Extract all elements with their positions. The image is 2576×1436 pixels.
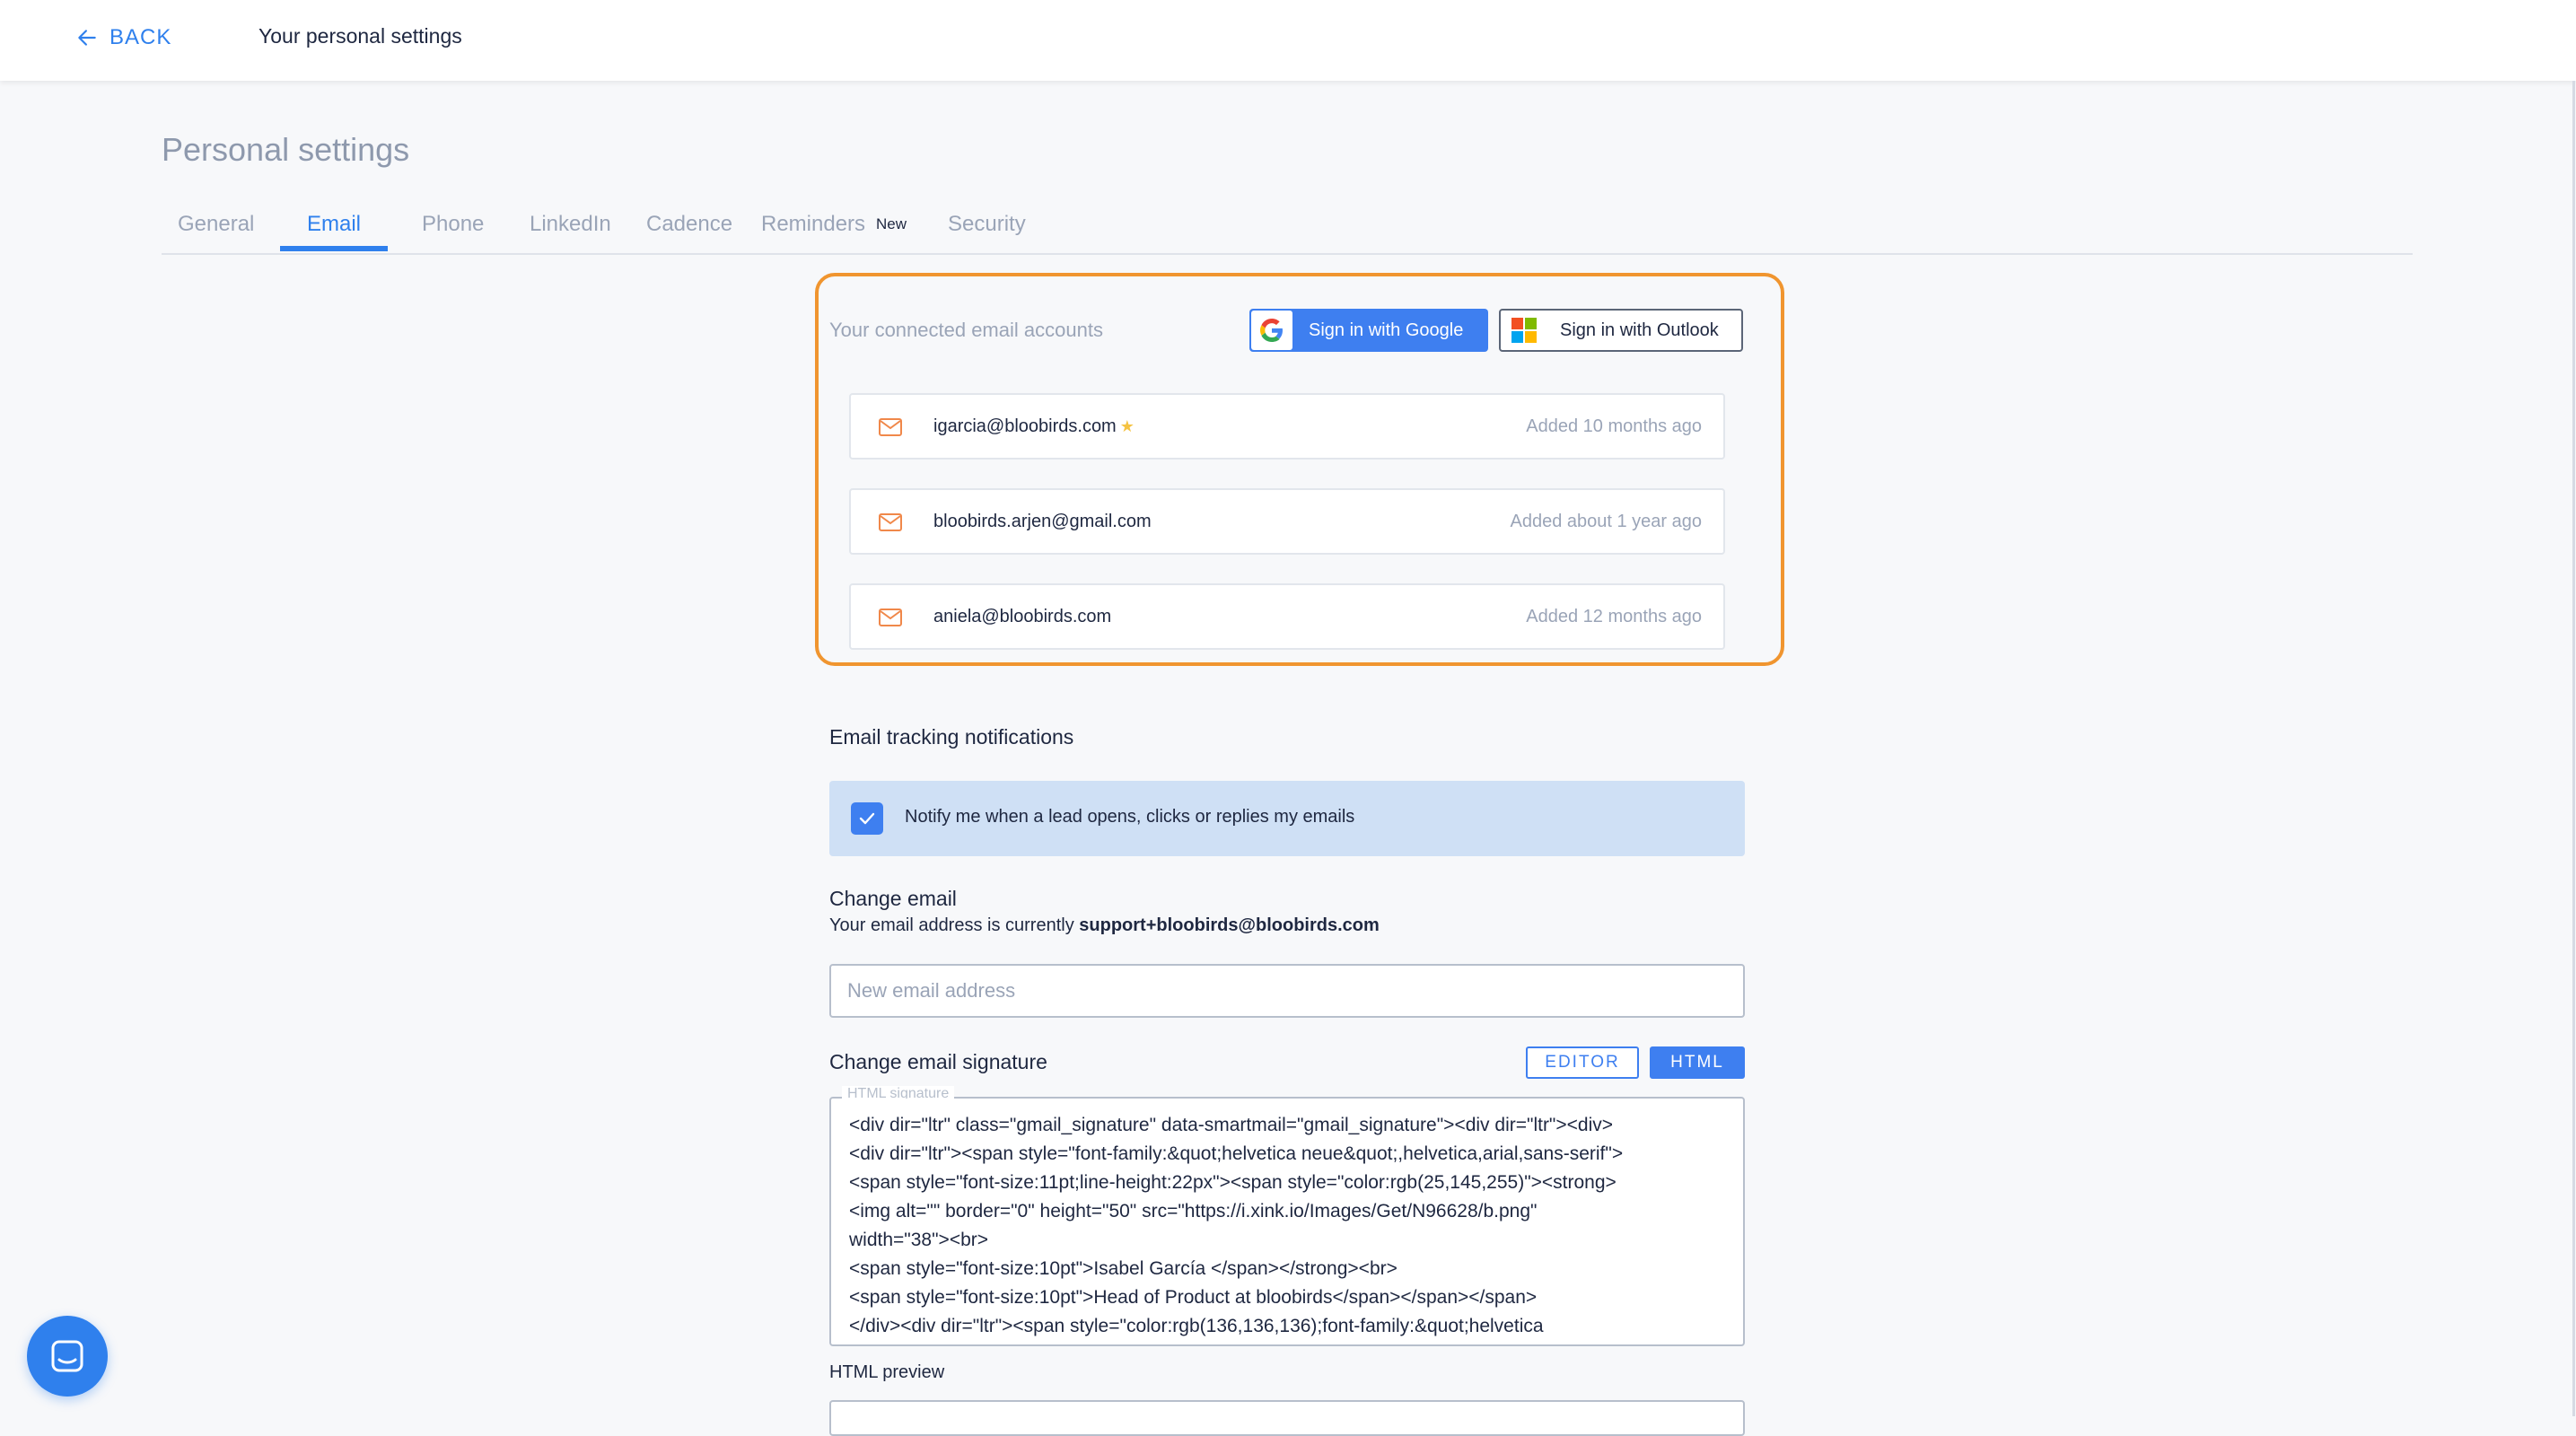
html-preview-label: HTML preview [829,1362,945,1382]
tracking-title: Email tracking notifications [829,725,1074,749]
connected-accounts-label: Your connected email accounts [829,319,1103,341]
account-row[interactable]: igarcia@bloobirds.com ★ Added 10 months a… [849,393,1725,460]
back-button[interactable]: BACK [75,22,171,54]
tab-reminders[interactable]: Reminders [761,212,865,237]
account-row[interactable]: bloobirds.arjen@gmail.com Added about 1 … [849,488,1725,555]
google-button-label: Sign in with Google [1309,320,1464,340]
account-email: aniela@bloobirds.com [933,607,1112,626]
settings-tabs: General Email Phone LinkedIn Cadence Rem… [162,208,2413,255]
change-email-title: Change email [829,887,957,910]
notify-label: Notify me when a lead opens, clicks or r… [905,807,1355,827]
mail-icon [879,418,902,436]
editor-mode-button[interactable]: EDITOR [1526,1046,1639,1079]
notify-option: Notify me when a lead opens, clicks or r… [829,781,1745,856]
signature-line: <div dir="ltr" class="gmail_signature" d… [849,1115,1614,1135]
top-header: BACK Your personal settings [0,0,2576,81]
tab-linkedin[interactable]: LinkedIn [530,212,611,237]
new-email-input[interactable] [829,964,1745,1018]
check-icon [859,812,875,825]
account-row[interactable]: aniela@bloobirds.com Added 12 months ago [849,583,1725,650]
html-preview-box [829,1400,1745,1436]
header-title: Your personal settings [258,24,462,48]
star-icon: ★ [1119,417,1135,435]
outlook-button-label: Sign in with Outlook [1560,320,1719,340]
page-title: Personal settings [162,131,410,168]
tab-phone[interactable]: Phone [422,212,484,237]
html-signature-textarea[interactable]: HTML signature <div dir="ltr" class="gma… [829,1086,1745,1346]
signature-line: <span style="font-size:11pt;line-height:… [849,1172,1617,1193]
current-email-text: Your email address is currently support+… [829,915,1380,935]
signature-title: Change email signature [829,1050,1047,1073]
signature-line: <span style="font-size:10pt">Isabel Garc… [849,1258,1398,1279]
google-logo-icon [1251,311,1292,350]
scrollbar[interactable] [2572,81,2575,1416]
account-added: Added about 1 year ago [1510,512,1702,531]
signature-line: <img alt="" border="0" height="50" src="… [849,1201,1538,1221]
account-email: bloobirds.arjen@gmail.com [933,512,1152,531]
mail-icon [879,513,902,531]
tab-security[interactable]: Security [948,212,1026,237]
signature-line: <div dir="ltr"><span style="font-family:… [849,1143,1624,1164]
sign-in-google-button[interactable]: Sign in with Google [1249,309,1488,352]
notify-checkbox[interactable] [851,802,883,835]
signature-line: <span style="font-size:10pt">Head of Pro… [849,1287,1538,1308]
signature-line: width="38"><br> [849,1230,989,1250]
signature-line: </div><div dir="ltr"><span style="color:… [849,1316,1544,1336]
active-tab-indicator [280,246,388,251]
account-email: igarcia@bloobirds.com ★ [933,416,1135,436]
tab-general[interactable]: General [178,212,254,237]
arrow-left-icon [78,30,96,46]
tab-cadence[interactable]: Cadence [646,212,732,237]
current-email: support+bloobirds@bloobirds.com [1079,915,1380,935]
tab-email[interactable]: Email [307,212,361,237]
chat-icon [51,1340,83,1372]
account-added: Added 12 months ago [1526,607,1702,626]
account-added: Added 10 months ago [1526,416,1702,436]
back-label: BACK [110,25,172,49]
chat-button[interactable] [27,1316,108,1397]
sign-in-outlook-button[interactable]: Sign in with Outlook [1499,309,1743,352]
microsoft-logo-icon [1511,318,1537,343]
new-badge: New [876,215,907,232]
mail-icon [879,609,902,626]
html-mode-button[interactable]: HTML [1650,1046,1745,1079]
signature-legend: HTML signature [842,1086,955,1099]
